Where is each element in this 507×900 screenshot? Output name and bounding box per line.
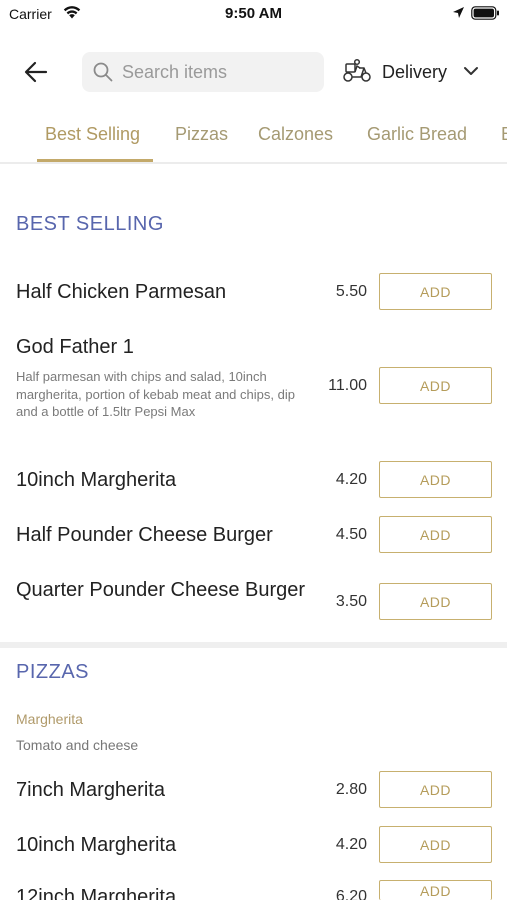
subcategory-description: Tomato and cheese (16, 737, 139, 753)
item-price: 4.20 (335, 836, 367, 853)
clock: 9:50 AM (225, 5, 282, 22)
item-name: Half Pounder Cheese Burger (16, 524, 273, 546)
tab-next-partial[interactable]: B (501, 124, 507, 145)
add-button[interactable]: ADD (379, 583, 492, 620)
tab-garlic-bread[interactable]: Garlic Bread (367, 124, 467, 145)
tab-calzones[interactable]: Calzones (258, 124, 333, 145)
add-button[interactable]: ADD (379, 367, 492, 404)
item-name: 10inch Margherita (16, 834, 177, 856)
location-arrow-icon (453, 7, 464, 18)
tab-pizzas[interactable]: Pizzas (175, 124, 228, 145)
item-name: Quarter Pounder Cheese Burger (16, 579, 306, 601)
add-button[interactable]: ADD (379, 880, 492, 900)
section-title-best-selling: BEST SELLING (16, 213, 164, 235)
search-input[interactable]: Search items (82, 52, 324, 92)
section-divider (0, 642, 507, 648)
search-placeholder: Search items (122, 62, 228, 82)
battery-icon (471, 6, 499, 20)
item-price: 4.50 (335, 526, 367, 543)
top-bar: Search items Delivery (0, 48, 507, 96)
add-button[interactable]: ADD (379, 516, 492, 553)
item-price: 4.20 (335, 471, 367, 488)
item-price: 2.80 (335, 781, 367, 798)
section-title-pizzas: PIZZAS (16, 661, 90, 683)
delivery-label: Delivery (382, 62, 448, 82)
item-description: Half parmesan with chips and salad, 10in… (16, 369, 295, 419)
item-name: 10inch Margherita (16, 469, 177, 491)
item-name: 7inch Margherita (16, 779, 165, 801)
add-button[interactable]: ADD (379, 826, 492, 863)
item-name: Half Chicken Parmesan (16, 281, 227, 303)
back-arrow-icon[interactable] (22, 58, 50, 86)
item-price: 5.50 (335, 283, 367, 300)
item-price: 3.50 (335, 593, 367, 610)
subcategory-title: Margherita (16, 711, 83, 727)
item-name: 12inch Margherita (16, 886, 177, 900)
add-button[interactable]: ADD (379, 461, 492, 498)
scooter-icon (343, 58, 371, 82)
item-price: 11.00 (328, 377, 367, 394)
tab-best-selling[interactable]: Best Selling (45, 124, 140, 145)
item-price: 6.20 (335, 888, 367, 900)
add-button[interactable]: ADD (379, 771, 492, 808)
active-tab-indicator (37, 159, 153, 162)
status-bar: Carrier 9:50 AM (0, 0, 507, 28)
add-button[interactable]: ADD (379, 273, 492, 310)
item-name: God Father 1 (16, 336, 134, 358)
search-icon (93, 62, 113, 82)
chevron-down-icon (464, 67, 478, 75)
category-tabs: Best Selling Pizzas Calzones Garlic Brea… (0, 112, 507, 164)
delivery-selector[interactable]: Delivery (342, 54, 492, 90)
